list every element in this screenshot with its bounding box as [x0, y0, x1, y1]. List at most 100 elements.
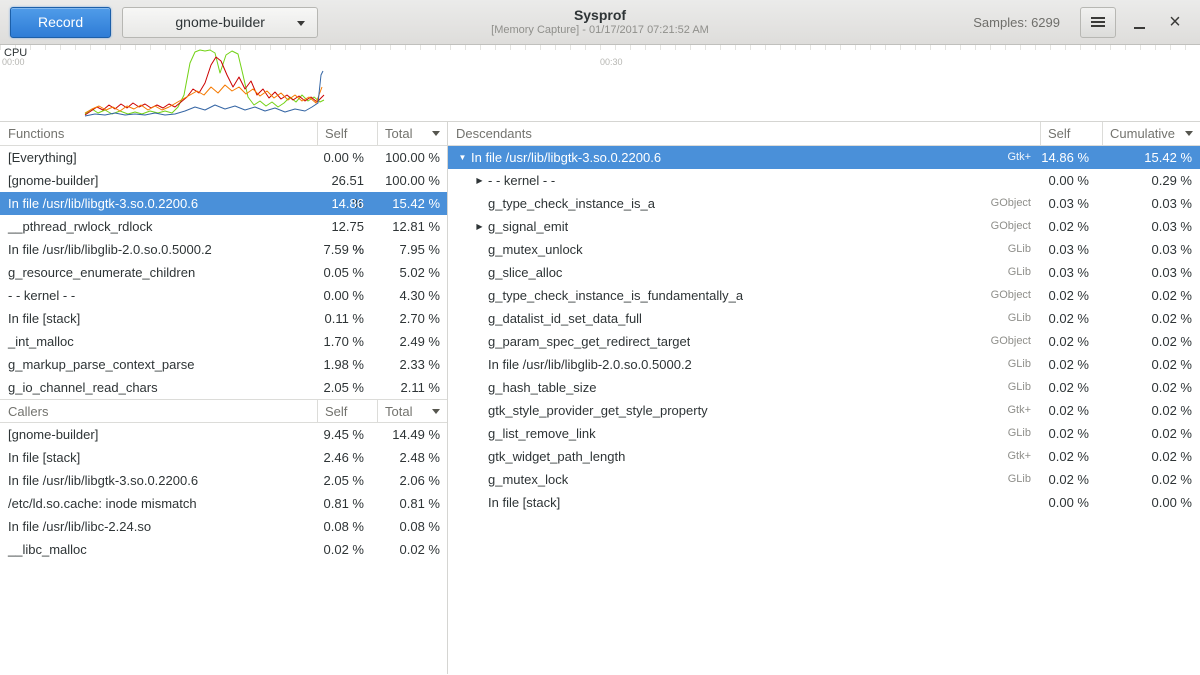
cumulative-value: 0.02 % — [1102, 445, 1200, 468]
library-badge: GObject — [983, 192, 1040, 215]
total-value: 2.70 % — [377, 307, 447, 330]
table-row[interactable]: g_resource_enumerate_children 0.05 % 5.0… — [0, 261, 447, 284]
cumulative-value: 0.02 % — [1102, 330, 1200, 353]
table-row[interactable]: ▼ In file /usr/lib/libgtk-3.so.0.2200.6 … — [448, 146, 1200, 169]
table-row[interactable]: ▶ g_signal_emit GObject 0.02 % 0.03 % — [448, 215, 1200, 238]
table-row[interactable]: g_type_check_instance_is_a GObject 0.03 … — [448, 192, 1200, 215]
table-row[interactable]: gtk_widget_path_length Gtk+ 0.02 % 0.02 … — [448, 445, 1200, 468]
table-row[interactable]: In file [stack] 2.46 % 2.48 % — [0, 446, 447, 469]
library-badge: GLib — [1000, 261, 1040, 284]
callers-column-header[interactable]: Callers — [0, 400, 317, 422]
table-row[interactable]: In file [stack] 0.11 % 2.70 % — [0, 307, 447, 330]
hamburger-icon — [1091, 17, 1105, 27]
descendant-name: In file /usr/lib/libgtk-3.so.0.2200.6 — [471, 146, 661, 169]
self-value: 0.02 % — [1040, 468, 1102, 491]
table-row[interactable]: __pthread_rwlock_rdlock 12.75 % 12.81 % — [0, 215, 447, 238]
cumulative-value: 0.02 % — [1102, 468, 1200, 491]
descendant-name: g_mutex_unlock — [488, 238, 583, 261]
sort-descending-icon — [432, 131, 440, 136]
cumulative-value: 0.03 % — [1102, 261, 1200, 284]
cumulative-value: 0.02 % — [1102, 376, 1200, 399]
function-name: g_resource_enumerate_children — [0, 261, 317, 284]
function-name: In file /usr/lib/libglib-2.0.so.0.5000.2 — [0, 238, 317, 261]
descendant-name: gtk_widget_path_length — [488, 445, 625, 468]
table-row[interactable]: [gnome-builder] 26.51 % 100.00 % — [0, 169, 447, 192]
table-row[interactable]: In file /usr/lib/libc-2.24.so 0.08 % 0.0… — [0, 515, 447, 538]
total-value: 2.11 % — [377, 376, 447, 399]
functions-column-header[interactable]: Functions — [0, 122, 317, 145]
self-value: 0.02 % — [1040, 284, 1102, 307]
table-row[interactable]: ▶ - - kernel - - 0.00 % 0.29 % — [448, 169, 1200, 192]
table-row[interactable]: In file [stack] 0.00 % 0.00 % — [448, 491, 1200, 514]
table-row[interactable]: In file /usr/lib/libgtk-3.so.0.2200.6 2.… — [0, 469, 447, 492]
library-badge: Gtk+ — [999, 399, 1040, 422]
table-row[interactable]: /etc/ld.so.cache: inode mismatch 0.81 % … — [0, 492, 447, 515]
descendants-self-column-header[interactable]: Self — [1040, 122, 1102, 145]
self-value: 0.02 % — [1040, 376, 1102, 399]
minimize-button[interactable] — [1126, 7, 1152, 38]
table-row[interactable]: In file /usr/lib/libglib-2.0.so.0.5000.2… — [448, 353, 1200, 376]
total-value: 0.02 % — [377, 538, 447, 561]
cumulative-value: 0.02 % — [1102, 284, 1200, 307]
function-name: [Everything] — [0, 146, 317, 169]
callers-self-column-header[interactable]: Self — [317, 400, 377, 422]
close-button[interactable]: × — [1160, 7, 1190, 38]
functions-self-column-header[interactable]: Self — [317, 122, 377, 145]
library-badge: GObject — [983, 215, 1040, 238]
table-row[interactable]: g_param_spec_get_redirect_target GObject… — [448, 330, 1200, 353]
functions-total-column-header[interactable]: Total — [377, 122, 447, 145]
main-content: Functions Self Total [Everything] 0.00 %… — [0, 121, 1200, 674]
self-value: 0.02 % — [1040, 399, 1102, 422]
descendants-column-header[interactable]: Descendants — [448, 122, 1040, 145]
function-name: In file /usr/lib/libgtk-3.so.0.2200.6 — [0, 192, 317, 215]
table-row[interactable]: g_list_remove_link GLib 0.02 % 0.02 % — [448, 422, 1200, 445]
headerbar-right: Samples: 6299 × — [973, 7, 1190, 38]
table-row[interactable]: g_markup_parse_context_parse 1.98 % 2.33… — [0, 353, 447, 376]
descendants-cumulative-column-header[interactable]: Cumulative — [1102, 122, 1200, 145]
cpu-timeline[interactable]: CPU 00:00 00:30 — [0, 45, 1200, 121]
capture-subtitle: [Memory Capture] - 01/17/2017 07:21:52 A… — [491, 24, 709, 37]
table-row[interactable]: - - kernel - - 0.00 % 4.30 % — [0, 284, 447, 307]
cumulative-value: 0.29 % — [1102, 169, 1200, 192]
descendant-name: g_type_check_instance_is_a — [488, 192, 655, 215]
callers-total-column-header[interactable]: Total — [377, 400, 447, 422]
table-row[interactable]: g_hash_table_size GLib 0.02 % 0.02 % — [448, 376, 1200, 399]
function-name: - - kernel - - — [0, 284, 317, 307]
table-row[interactable]: g_mutex_lock GLib 0.02 % 0.02 % — [448, 468, 1200, 491]
callers-header: Callers Self Total — [0, 399, 447, 423]
record-button[interactable]: Record — [10, 7, 111, 38]
table-row[interactable]: [gnome-builder] 9.45 % 14.49 % — [0, 423, 447, 446]
table-row[interactable]: g_io_channel_read_chars 2.05 % 2.11 % — [0, 376, 447, 399]
caller-name: [gnome-builder] — [0, 423, 317, 446]
descendant-name: - - kernel - - — [488, 169, 555, 192]
table-row[interactable]: __libc_malloc 0.02 % 0.02 % — [0, 538, 447, 561]
table-row[interactable]: In file /usr/lib/libgtk-3.so.0.2200.6 14… — [0, 192, 447, 215]
cumulative-value: 0.03 % — [1102, 215, 1200, 238]
cumulative-value: 0.02 % — [1102, 307, 1200, 330]
descendant-name: gtk_style_provider_get_style_property — [488, 399, 708, 422]
expander-icon[interactable]: ▶ — [471, 215, 488, 238]
profile-dropdown[interactable]: gnome-builder — [122, 7, 318, 38]
library-badge: GLib — [1000, 468, 1040, 491]
self-value: 0.02 % — [317, 538, 377, 561]
library-badge: GObject — [983, 284, 1040, 307]
expander-icon[interactable]: ▼ — [454, 146, 471, 169]
table-row[interactable]: _int_malloc 1.70 % 2.49 % — [0, 330, 447, 353]
table-row[interactable]: g_mutex_unlock GLib 0.03 % 0.03 % — [448, 238, 1200, 261]
time-label-start: 00:00 — [2, 57, 25, 67]
profile-dropdown-label: gnome-builder — [175, 14, 265, 30]
self-value: 0.00 % — [317, 284, 377, 307]
table-row[interactable]: gtk_style_provider_get_style_property Gt… — [448, 399, 1200, 422]
callers-table: [gnome-builder] 9.45 % 14.49 % In file [… — [0, 423, 447, 561]
expander-icon[interactable]: ▶ — [471, 169, 488, 192]
descendants-header: Descendants Self Cumulative — [448, 122, 1200, 146]
table-row[interactable]: g_slice_alloc GLib 0.03 % 0.03 % — [448, 261, 1200, 284]
total-value: 5.02 % — [377, 261, 447, 284]
table-row[interactable]: [Everything] 0.00 % 100.00 % — [0, 146, 447, 169]
table-row[interactable]: g_type_check_instance_is_fundamentally_a… — [448, 284, 1200, 307]
self-value: 0.03 % — [1040, 238, 1102, 261]
table-row[interactable]: g_datalist_id_set_data_full GLib 0.02 % … — [448, 307, 1200, 330]
table-row[interactable]: In file /usr/lib/libglib-2.0.so.0.5000.2… — [0, 238, 447, 261]
menu-button[interactable] — [1080, 7, 1116, 38]
self-value: 0.03 % — [1040, 261, 1102, 284]
